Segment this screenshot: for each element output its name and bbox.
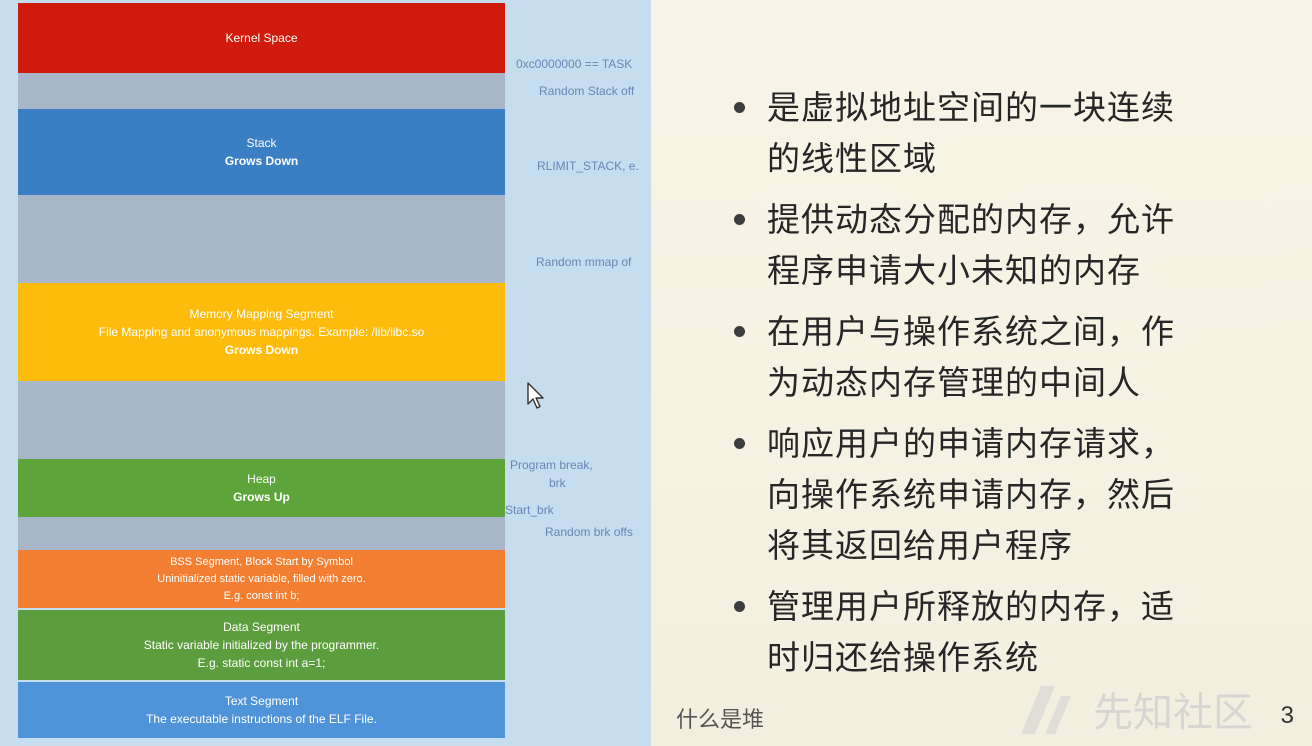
bullet-item: 在用户与操作系统之间，作为动态内存管理的中间人 — [729, 306, 1199, 408]
gap-segment — [18, 73, 505, 109]
gap-segment — [18, 381, 505, 459]
bullet-text: 响应用户的申请内存请求，向操作系统申请内存，然后将其返回给用户程序 — [767, 424, 1175, 565]
heap-segment: Heap Grows Up — [18, 459, 505, 517]
bullet-text: 是虚拟地址空间的一块连续的线性区域 — [767, 88, 1175, 178]
memory-layout-diagram: Kernel Space Stack Grows Down Memory Map… — [0, 0, 651, 746]
random-mmap-offset-label: Random mmap of — [536, 255, 632, 269]
mmap-label: Memory Mapping Segment — [189, 307, 334, 321]
mmap-segment: Memory Mapping Segment File Mapping and … — [18, 283, 505, 381]
text-segment-description: The executable instructions of the ELF F… — [146, 712, 377, 726]
bullet-item: 提供动态分配的内存，允许程序申请大小未知的内存 — [729, 194, 1199, 296]
rlimit-stack-label: RLIMIT_STACK, e. — [537, 159, 639, 173]
program-break-label: Program break, — [510, 458, 593, 472]
stack-growth: Grows Down — [224, 154, 299, 168]
mmap-growth: Grows Down — [224, 343, 299, 357]
text-segment-label: Text Segment — [224, 694, 299, 708]
bullet-dot-icon — [734, 214, 745, 225]
task-size-address: 0xc0000000 == TASK — [516, 57, 633, 71]
random-brk-offset-label: Random brk offs — [545, 525, 633, 539]
bullet-dot-icon — [734, 102, 745, 113]
mmap-description: File Mapping and anonymous mappings. Exa… — [98, 325, 425, 339]
bss-description: Uninitialized static variable, filled wi… — [157, 572, 366, 585]
kernel-space-label: Kernel Space — [225, 31, 298, 45]
slide-content: 是虚拟地址空间的一块连续的线性区域 提供动态分配的内存，允许程序申请大小未知的内… — [651, 0, 1312, 746]
kernel-space-segment: Kernel Space — [18, 3, 505, 73]
data-segment-label: Data Segment — [223, 620, 300, 634]
stack-label: Stack — [246, 136, 277, 150]
bullet-list: 是虚拟地址空间的一块连续的线性区域 提供动态分配的内存，允许程序申请大小未知的内… — [729, 82, 1199, 693]
gap-segment — [18, 517, 505, 550]
bullet-dot-icon — [734, 438, 745, 449]
stack-segment: Stack Grows Down — [18, 109, 505, 195]
heap-label: Heap — [247, 472, 276, 486]
bullet-item: 是虚拟地址空间的一块连续的线性区域 — [729, 82, 1199, 184]
data-segment: Data Segment Static variable initialized… — [18, 610, 505, 680]
bss-example: E.g. const int b; — [223, 589, 300, 602]
data-segment-example: E.g. static const int a=1; — [197, 656, 326, 670]
brk-label: brk — [549, 476, 566, 490]
bss-label: BSS Segment, Block Start by Symbol — [170, 555, 353, 568]
gap-segment — [18, 195, 505, 283]
bullet-item: 管理用户所释放的内存，适时归还给操作系统 — [729, 581, 1199, 683]
data-segment-description: Static variable initialized by the progr… — [143, 638, 380, 652]
bullet-text: 管理用户所释放的内存，适时归还给操作系统 — [767, 587, 1175, 677]
slide-footer-title: 什么是堆 — [676, 708, 765, 733]
watermark-text: 先知社区 — [1093, 690, 1253, 736]
watermark-logo: 先知社区 — [1021, 686, 1253, 736]
heap-growth: Grows Up — [233, 490, 290, 504]
random-stack-offset-label: Random Stack off — [539, 84, 635, 98]
text-segment: Text Segment The executable instructions… — [18, 682, 505, 738]
start-brk-label: Start_brk — [505, 503, 554, 517]
bullet-item: 响应用户的申请内存请求，向操作系统申请内存，然后将其返回给用户程序 — [729, 418, 1199, 571]
bullet-dot-icon — [734, 326, 745, 337]
bullet-dot-icon — [734, 601, 745, 612]
bss-segment: BSS Segment, Block Start by Symbol Unini… — [18, 550, 505, 608]
bullet-text: 在用户与操作系统之间，作为动态内存管理的中间人 — [767, 312, 1175, 402]
mouse-cursor-icon — [527, 382, 544, 409]
bullet-text: 提供动态分配的内存，允许程序申请大小未知的内存 — [767, 200, 1175, 290]
